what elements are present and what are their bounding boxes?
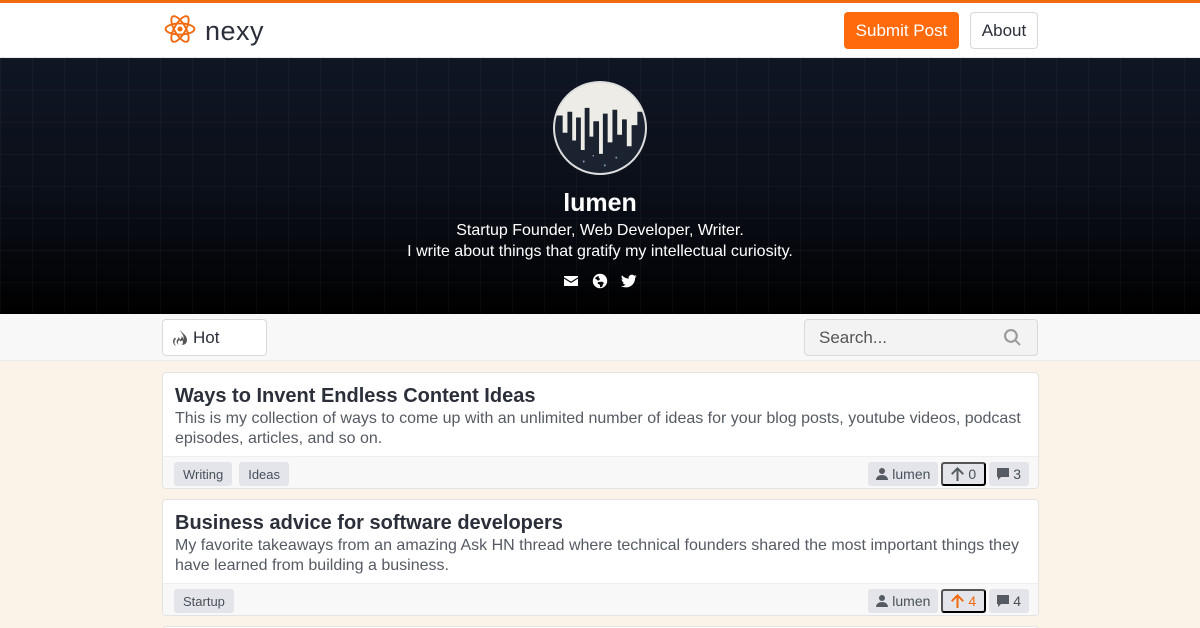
sort-hot-button[interactable]: Hot (162, 319, 267, 356)
twitter-icon[interactable] (620, 272, 638, 290)
post-description: My favorite takeaways from an amazing As… (175, 537, 1019, 574)
author-name: lumen (892, 466, 931, 482)
author-link[interactable]: lumen (868, 462, 939, 486)
author-name: lumen (892, 593, 931, 609)
atom-logo-icon (163, 12, 197, 51)
globe-icon[interactable] (591, 272, 609, 290)
profile-bio-line-2: I write about things that gratify my int… (407, 243, 793, 260)
tag-ideas[interactable]: Ideas (239, 462, 290, 486)
comments-link[interactable]: 4 (989, 589, 1029, 613)
upvote-button[interactable]: 4 (941, 589, 987, 613)
post-tags: Startup (174, 589, 234, 613)
sort-hot-label: Hot (193, 327, 220, 347)
tag-startup[interactable]: Startup (174, 589, 234, 613)
avatar (553, 81, 647, 175)
search-input[interactable] (805, 320, 995, 355)
search-box (804, 319, 1038, 356)
comment-icon (997, 468, 1010, 480)
comment-count: 4 (1013, 593, 1021, 609)
post-footer: Writing Ideas lumen 0 3 (163, 456, 1038, 488)
envelope-icon[interactable] (562, 272, 580, 290)
profile-name: lumen (563, 189, 637, 217)
profile-hero: lumen Startup Founder, Web Developer, Wr… (0, 58, 1200, 314)
comments-link[interactable]: 3 (989, 462, 1029, 486)
post-meta: lumen 0 3 (868, 462, 1029, 486)
post-meta: lumen 4 4 (868, 589, 1029, 613)
profile-links (562, 272, 638, 290)
submit-post-button[interactable]: Submit Post (844, 12, 959, 49)
arrow-up-icon (951, 467, 965, 481)
post-tags: Writing Ideas (174, 462, 290, 486)
post-card: Ways to Invent Endless Content Ideas Thi… (162, 372, 1039, 489)
user-icon (876, 468, 889, 480)
profile-bio-line-1: Startup Founder, Web Developer, Writer. (456, 222, 744, 239)
upvote-count: 0 (968, 466, 977, 482)
post-title-link[interactable]: Business advice for software developers (175, 512, 563, 535)
post-footer: Startup lumen 4 4 (163, 583, 1038, 615)
search-icon[interactable] (1004, 329, 1021, 346)
flame-icon (173, 329, 187, 346)
about-button[interactable]: About (970, 12, 1038, 49)
post-title-link[interactable]: Ways to Invent Endless Content Ideas (175, 385, 535, 408)
navbar: nexy Submit Post About (0, 3, 1200, 58)
author-link[interactable]: lumen (868, 589, 939, 613)
comment-count: 3 (1013, 466, 1021, 482)
upvote-button[interactable]: 0 (941, 462, 987, 486)
filter-bar: Hot (0, 314, 1200, 361)
brand-name: nexy (205, 15, 265, 46)
tag-writing[interactable]: Writing (174, 462, 233, 486)
comment-icon (997, 595, 1010, 607)
post-description: This is my collection of ways to come up… (175, 410, 1021, 447)
upvote-count: 4 (968, 593, 977, 609)
brand-logo-link[interactable]: nexy (163, 14, 264, 48)
profile-bio: Startup Founder, Web Developer, Writer. … (0, 220, 1200, 262)
arrow-up-icon (951, 594, 965, 608)
post-card: Business advice for software developers … (162, 499, 1039, 616)
user-icon (876, 595, 889, 607)
